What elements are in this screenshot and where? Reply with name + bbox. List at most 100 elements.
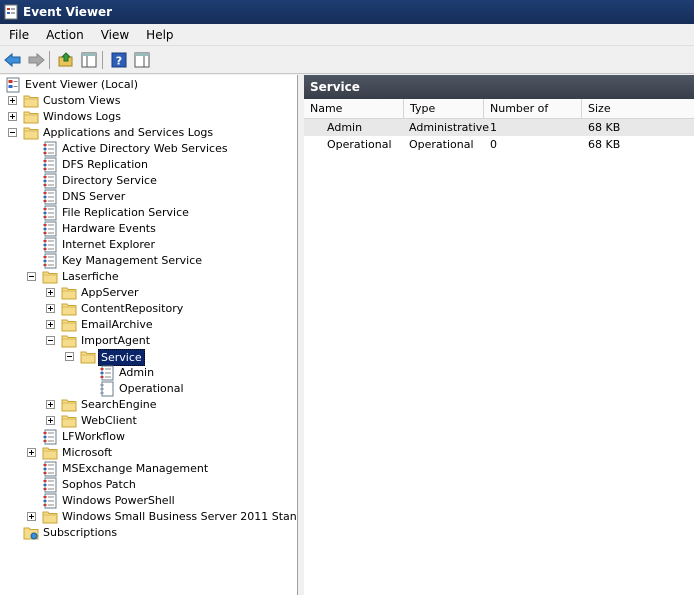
- tree-item-label: Windows PowerShell: [62, 494, 175, 507]
- tree-item-label: MSExchange Management: [62, 462, 209, 475]
- log-row[interactable]: Operational Operational 0 68 KB: [304, 136, 694, 153]
- tree-item-label: Hardware Events: [62, 222, 156, 235]
- help-icon: ?: [111, 52, 127, 67]
- tree-item[interactable]: SearchEngine: [0, 397, 297, 413]
- tree-item[interactable]: AppServer: [0, 285, 297, 301]
- cell-events: 0: [490, 138, 497, 151]
- tree-item-label: Custom Views: [43, 94, 121, 107]
- expand-icon[interactable]: [27, 448, 36, 457]
- expand-icon[interactable]: [27, 512, 36, 521]
- toolbar: ?: [0, 46, 694, 74]
- tree-item[interactable]: Windows PowerShell: [0, 493, 297, 509]
- collapse-icon[interactable]: [46, 336, 55, 345]
- tree-item[interactable]: Directory Service: [0, 173, 297, 189]
- column-header-type[interactable]: Type: [404, 99, 484, 119]
- tree-item[interactable]: Applications and Services Logs: [0, 125, 297, 141]
- tree-item-label: Service: [98, 349, 145, 366]
- tree-item[interactable]: Subscriptions: [0, 525, 297, 541]
- tree-item[interactable]: Event Viewer (Local): [0, 77, 297, 93]
- tree-item-label: Internet Explorer: [62, 238, 155, 251]
- column-header-events[interactable]: Number of Events: [484, 99, 582, 135]
- log-icon: [42, 221, 58, 237]
- expand-icon[interactable]: [46, 288, 55, 297]
- tree-item-label: Directory Service: [62, 174, 157, 187]
- log-plain-icon: [99, 381, 115, 397]
- tree-item[interactable]: Service: [0, 349, 297, 366]
- tree-item-label: Operational: [119, 382, 184, 395]
- expand-icon[interactable]: [46, 304, 55, 313]
- tree-item-label: LFWorkflow: [62, 430, 125, 443]
- menu-bar: File Action View Help: [0, 24, 694, 46]
- tree-item[interactable]: DFS Replication: [0, 157, 297, 173]
- tree-item[interactable]: ImportAgent: [0, 333, 297, 349]
- expand-icon[interactable]: [46, 320, 55, 329]
- cell-name: Operational: [327, 138, 392, 151]
- menu-action[interactable]: Action: [37, 28, 92, 42]
- subscriptions-icon: [23, 525, 39, 541]
- expand-icon[interactable]: [8, 112, 17, 121]
- log-icon: [99, 365, 115, 381]
- cell-name: Admin: [327, 121, 363, 134]
- tree-item-label: Windows Small Business Server 2011 Stand…: [62, 510, 298, 523]
- help-button[interactable]: ?: [109, 50, 129, 70]
- tree-item-label: Applications and Services Logs: [43, 126, 214, 139]
- tree-item[interactable]: Sophos Patch: [0, 477, 297, 493]
- log-icon: [42, 429, 58, 445]
- tree-item-label: Microsoft: [62, 446, 113, 459]
- tree-item-label: AppServer: [81, 286, 139, 299]
- tree-item[interactable]: Windows Small Business Server 2011 Stand…: [0, 509, 298, 525]
- column-header-size[interactable]: Size: [582, 99, 694, 119]
- tree-item[interactable]: EmailArchive: [0, 317, 297, 333]
- log-icon: [42, 141, 58, 157]
- column-headers: Name Type Number of Events Size: [304, 99, 694, 135]
- tree-item[interactable]: Microsoft: [0, 445, 297, 461]
- tree-item[interactable]: LFWorkflow: [0, 429, 297, 445]
- folder-icon: [61, 413, 77, 429]
- back-button[interactable]: [3, 50, 23, 70]
- folder-icon: [23, 93, 39, 109]
- up-folder-icon: [58, 51, 73, 66]
- tree-item-label: File Replication Service: [62, 206, 189, 219]
- tree-item[interactable]: Laserfiche: [0, 269, 297, 285]
- expand-icon[interactable]: [46, 400, 55, 409]
- collapse-icon[interactable]: [8, 128, 17, 137]
- tree-item[interactable]: WebClient: [0, 413, 297, 429]
- tree-item[interactable]: Admin: [0, 365, 297, 381]
- expand-icon[interactable]: [46, 416, 55, 425]
- show-hide-action-button[interactable]: [132, 50, 152, 70]
- show-hide-tree-button[interactable]: [79, 50, 99, 70]
- tree-item[interactable]: File Replication Service: [0, 205, 297, 221]
- tree-item[interactable]: Operational: [0, 381, 297, 397]
- menu-view[interactable]: View: [92, 28, 137, 42]
- tree-item[interactable]: Hardware Events: [0, 221, 297, 237]
- tree-item-label: DNS Server: [62, 190, 126, 203]
- tree-item[interactable]: ContentRepository: [0, 301, 297, 317]
- tree-item[interactable]: DNS Server: [0, 189, 297, 205]
- show-hide-tree-icon: [81, 52, 97, 67]
- tree-item[interactable]: MSExchange Management: [0, 461, 297, 477]
- navigation-tree[interactable]: Event Viewer (Local) Custom Views Windows …: [0, 75, 298, 595]
- title-bar: Event Viewer: [0, 0, 694, 24]
- folder-icon: [61, 317, 77, 333]
- forward-button[interactable]: [26, 50, 46, 70]
- collapse-icon[interactable]: [65, 352, 74, 361]
- column-header-name[interactable]: Name: [304, 99, 404, 119]
- menu-help[interactable]: Help: [137, 28, 181, 42]
- tree-item-label: Event Viewer (Local): [25, 78, 138, 91]
- menu-file[interactable]: File: [0, 28, 37, 42]
- collapse-icon[interactable]: [27, 272, 36, 281]
- tree-item[interactable]: Active Directory Web Services: [0, 141, 297, 157]
- tree-item-label: WebClient: [81, 414, 137, 427]
- tree-item[interactable]: Custom Views: [0, 93, 297, 109]
- tree-item[interactable]: Key Management Service: [0, 253, 297, 269]
- expand-icon[interactable]: [8, 96, 17, 105]
- show-hide-action-icon: [134, 52, 150, 67]
- tree-item[interactable]: Internet Explorer: [0, 237, 297, 253]
- event-viewer-app-icon: [4, 4, 18, 20]
- tree-item-label: DFS Replication: [62, 158, 148, 171]
- tree-item-label: Windows Logs: [43, 110, 121, 123]
- tree-item-label: ImportAgent: [81, 334, 151, 347]
- up-folder-button[interactable]: [56, 50, 76, 70]
- log-row[interactable]: Admin Administrative 1 68 KB: [304, 119, 694, 136]
- tree-item[interactable]: Windows Logs: [0, 109, 297, 125]
